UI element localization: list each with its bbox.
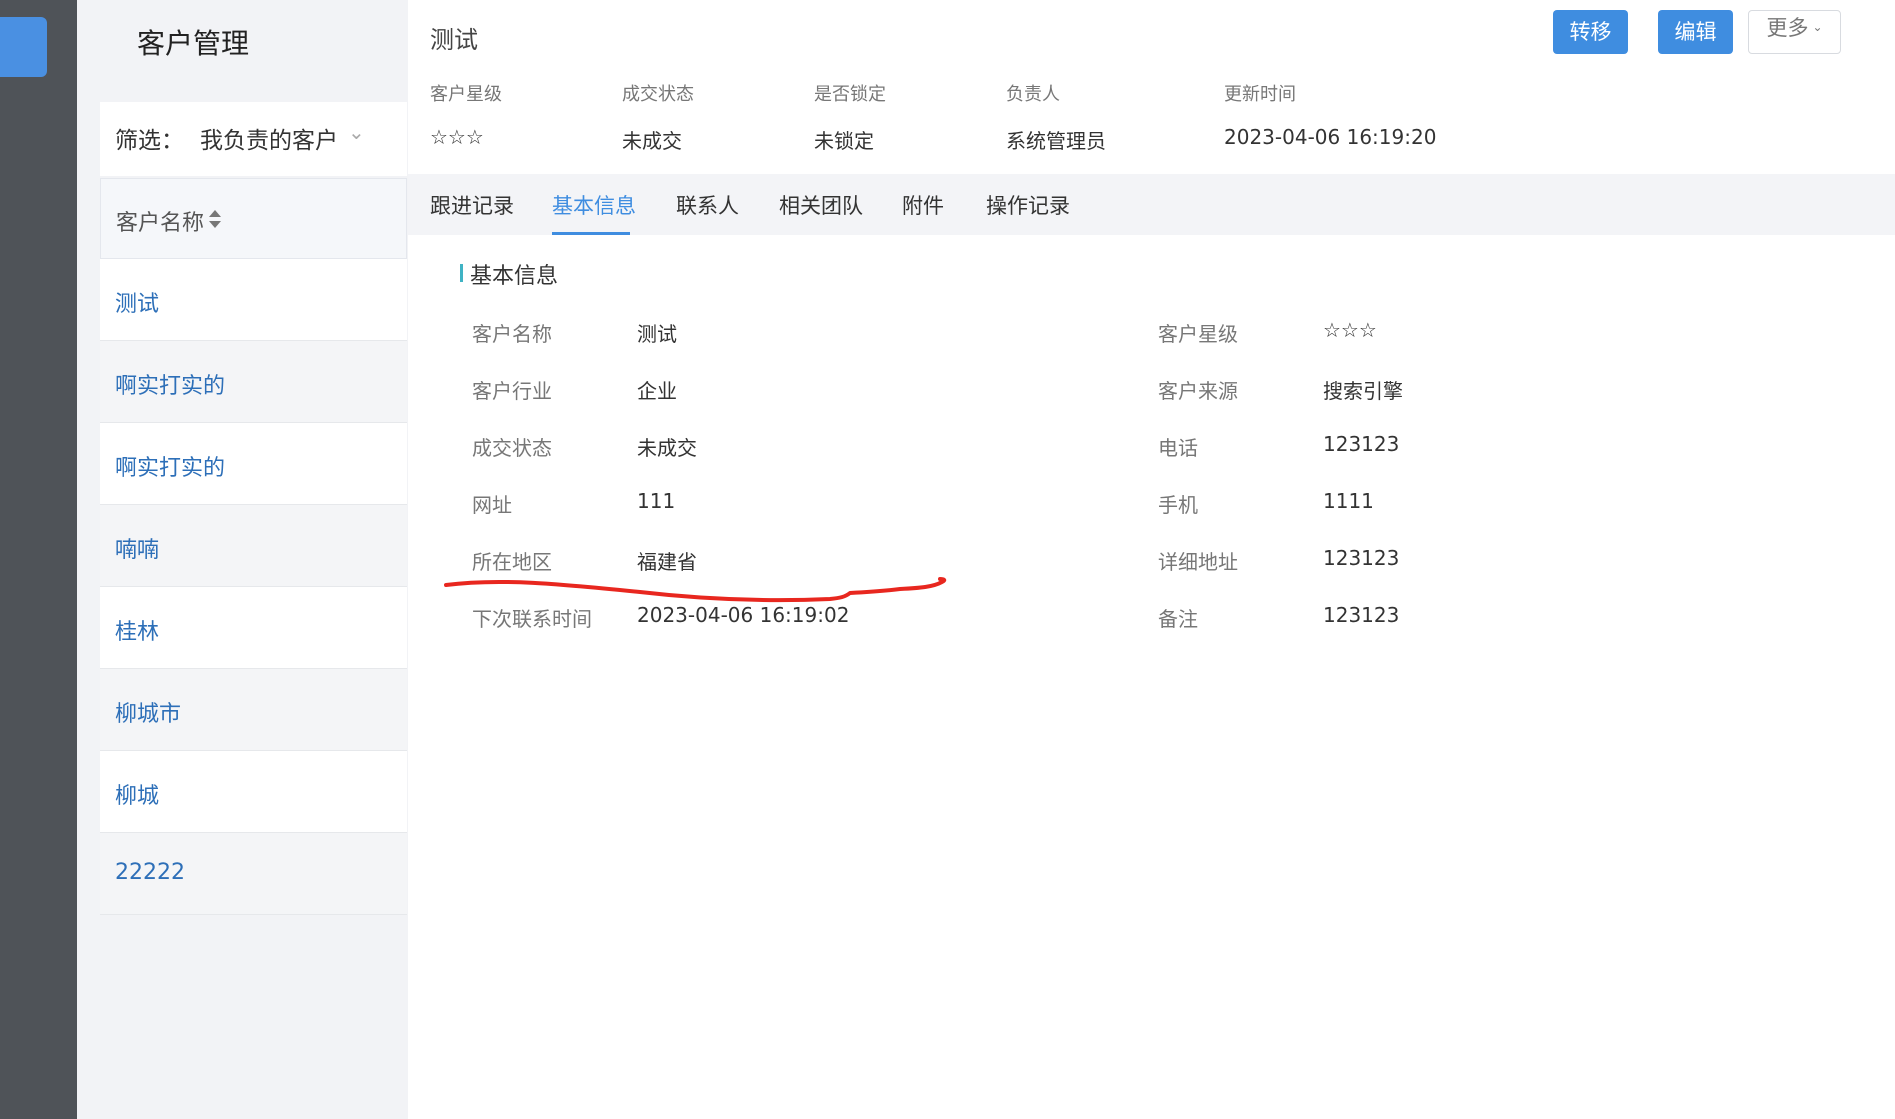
- section-marker: [460, 264, 463, 282]
- field-value: 123123: [1323, 432, 1400, 456]
- field-label: 电话: [1158, 436, 1198, 460]
- table-row[interactable]: 啊实打实的: [100, 423, 407, 505]
- customer-link[interactable]: 测试: [115, 286, 159, 318]
- filter-dropdown[interactable]: 筛选： 我负责的客户 ⌄: [100, 102, 407, 176]
- chevron-down-icon: ⌄: [1812, 20, 1823, 34]
- tab-basic-info[interactable]: 基本信息: [552, 190, 636, 220]
- field-label: 网址: [472, 493, 512, 517]
- summary-label: 负责人: [1006, 84, 1060, 105]
- customer-link[interactable]: 啊实打实的: [115, 450, 225, 482]
- tab-operation-log[interactable]: 操作记录: [986, 190, 1070, 220]
- app-sidebar: [0, 0, 77, 1119]
- field-value: ☆☆☆: [1323, 318, 1377, 342]
- field-value: 123123: [1323, 546, 1400, 570]
- summary-label: 客户星级: [430, 84, 502, 105]
- table-row[interactable]: 22222: [100, 833, 407, 915]
- customer-link[interactable]: 柳城市: [115, 696, 181, 728]
- field-label: 客户行业: [472, 379, 552, 403]
- sort-icon[interactable]: [208, 209, 222, 229]
- summary-label: 更新时间: [1224, 84, 1296, 105]
- table-row[interactable]: 测试: [100, 259, 407, 341]
- summary-item: 负责人 系统管理员: [1006, 80, 1106, 154]
- field-label: 详细地址: [1158, 550, 1238, 574]
- table-row[interactable]: 桂林: [100, 587, 407, 669]
- panel-title: 客户管理: [137, 27, 250, 60]
- filter-value[interactable]: 我负责的客户: [200, 121, 338, 155]
- summary-value: ☆☆☆: [430, 125, 484, 149]
- customer-link[interactable]: 桂林: [115, 614, 159, 646]
- tab-attachments[interactable]: 附件: [902, 190, 944, 220]
- summary-item: 是否锁定 未锁定: [814, 80, 886, 154]
- summary-label: 成交状态: [622, 84, 694, 105]
- summary-item: 客户星级 ☆☆☆: [430, 80, 502, 149]
- transfer-button[interactable]: 转移: [1553, 10, 1628, 54]
- page-title: 测试: [430, 26, 478, 54]
- summary-value: 未锁定: [814, 129, 874, 153]
- field-value: 123123: [1323, 603, 1400, 627]
- more-button[interactable]: 更多 ⌄: [1748, 10, 1841, 54]
- customer-link[interactable]: 柳城: [115, 778, 159, 810]
- red-annotation-underline: [444, 577, 947, 603]
- sidebar-active-tile[interactable]: [0, 17, 47, 77]
- summary-label: 是否锁定: [814, 84, 886, 105]
- column-header-customer-name[interactable]: 客户名称: [116, 205, 204, 237]
- field-label: 备注: [1158, 607, 1198, 631]
- more-button-label: 更多: [1766, 16, 1809, 40]
- table-row[interactable]: 柳城市: [100, 669, 407, 751]
- field-label: 成交状态: [472, 436, 552, 460]
- field-label: 客户名称: [472, 322, 552, 346]
- tab-team[interactable]: 相关团队: [779, 190, 863, 220]
- field-value: 企业: [637, 379, 677, 403]
- chevron-down-icon[interactable]: ⌄: [348, 120, 365, 144]
- field-value: 测试: [637, 322, 677, 346]
- summary-value: 未成交: [622, 129, 682, 153]
- table-header[interactable]: 客户名称: [100, 178, 407, 259]
- section-title: 基本信息: [470, 264, 559, 289]
- field-label: 客户来源: [1158, 379, 1238, 403]
- field-value: 1111: [1323, 489, 1374, 513]
- edit-button[interactable]: 编辑: [1658, 10, 1733, 54]
- summary-item: 成交状态 未成交: [622, 80, 694, 154]
- field-label: 手机: [1158, 493, 1198, 517]
- field-value: 未成交: [637, 436, 697, 460]
- field-value: 搜索引擎: [1323, 379, 1403, 403]
- field-label: 客户星级: [1158, 322, 1238, 346]
- field-value: 111: [637, 489, 676, 513]
- table-row[interactable]: 啊实打实的: [100, 341, 407, 423]
- table-row[interactable]: 柳城: [100, 751, 407, 833]
- tab-follow-up[interactable]: 跟进记录: [430, 190, 514, 220]
- customer-table: 客户名称 测试 啊实打实的 啊实打实的 喃喃 桂林 柳城市 柳城 22222: [100, 178, 407, 915]
- summary-value: 系统管理员: [1006, 129, 1106, 153]
- customer-detail: 测试 转移 编辑 更多 ⌄ 客户星级 ☆☆☆ 成交状态 未成交 是否锁定 未锁定 …: [408, 0, 1895, 1119]
- customer-link[interactable]: 22222: [115, 860, 185, 885]
- active-tab-indicator: [552, 232, 630, 235]
- filter-label: 筛选：: [115, 128, 184, 154]
- summary-item: 更新时间 2023-04-06 16:19:20: [1224, 80, 1436, 149]
- tabs-bar: 跟进记录 基本信息 联系人 相关团队 附件 操作记录: [408, 174, 1895, 235]
- table-row[interactable]: 喃喃: [100, 505, 407, 587]
- customer-link[interactable]: 喃喃: [115, 532, 159, 564]
- customer-link[interactable]: 啊实打实的: [115, 368, 225, 400]
- tab-contacts[interactable]: 联系人: [676, 190, 739, 220]
- summary-value: 2023-04-06 16:19:20: [1224, 125, 1437, 149]
